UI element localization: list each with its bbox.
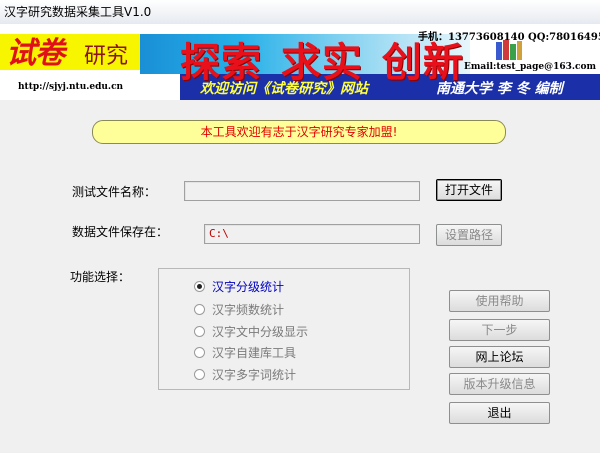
welcome-text: 欢迎访问《试卷研究》网站 — [200, 81, 368, 97]
upgrade-info-button[interactable]: 版本升级信息 — [449, 373, 550, 395]
set-path-button[interactable]: 设置路径 — [436, 224, 502, 246]
forum-button[interactable]: 网上论坛 — [449, 346, 550, 368]
radio-custom-library-tool[interactable]: 汉字自建库工具 — [194, 344, 296, 361]
site-url: http://sjyj.ntu.edu.cn — [18, 82, 124, 92]
test-file-field[interactable] — [184, 181, 420, 201]
email-text: Email:test_page@163.com — [464, 62, 597, 72]
help-button[interactable]: 使用帮助 — [449, 290, 550, 312]
radio-multiword-stats[interactable]: 汉字多字词统计 — [194, 366, 296, 383]
save-path-label: 数据文件保存在： — [72, 225, 169, 239]
radio-grade-stats[interactable]: 汉字分级统计 — [194, 278, 284, 295]
radio-button[interactable] — [194, 369, 205, 380]
exit-button[interactable]: 退出 — [449, 402, 550, 424]
radio-text-grade-display[interactable]: 汉字文中分级显示 — [194, 323, 308, 340]
title-bar[interactable]: 汉字研究数据采集工具V1.0 — [0, 0, 600, 25]
radio-button[interactable] — [194, 347, 205, 358]
open-file-button[interactable]: 打开文件 — [436, 179, 502, 201]
app-window: 汉字研究数据采集工具V1.0 试卷 研究 http://sjyj.ntu.edu… — [0, 0, 600, 453]
next-button[interactable]: 下一步 — [449, 319, 550, 341]
test-file-label: 测试文件名称： — [72, 185, 157, 199]
radio-button[interactable] — [194, 281, 205, 292]
logo-text: 试卷 — [6, 36, 65, 71]
save-path-field[interactable]: C:\ — [204, 224, 420, 244]
radio-button[interactable] — [194, 326, 205, 337]
function-label: 功能选择： — [70, 270, 131, 284]
header-banner: 试卷 研究 http://sjyj.ntu.edu.cn 探索 求实 创新 欢迎… — [0, 24, 600, 100]
author-text: 南通大学 李 冬 编制 — [436, 81, 563, 97]
books-icon — [496, 40, 522, 60]
window-title: 汉字研究数据采集工具V1.0 — [4, 5, 152, 19]
radio-button[interactable] — [194, 304, 205, 315]
notice-banner: 本工具欢迎有志于汉字研究专家加盟! — [92, 120, 506, 144]
logo-subtext: 研究 — [84, 44, 129, 69]
radio-frequency-stats[interactable]: 汉字频数统计 — [194, 301, 284, 318]
